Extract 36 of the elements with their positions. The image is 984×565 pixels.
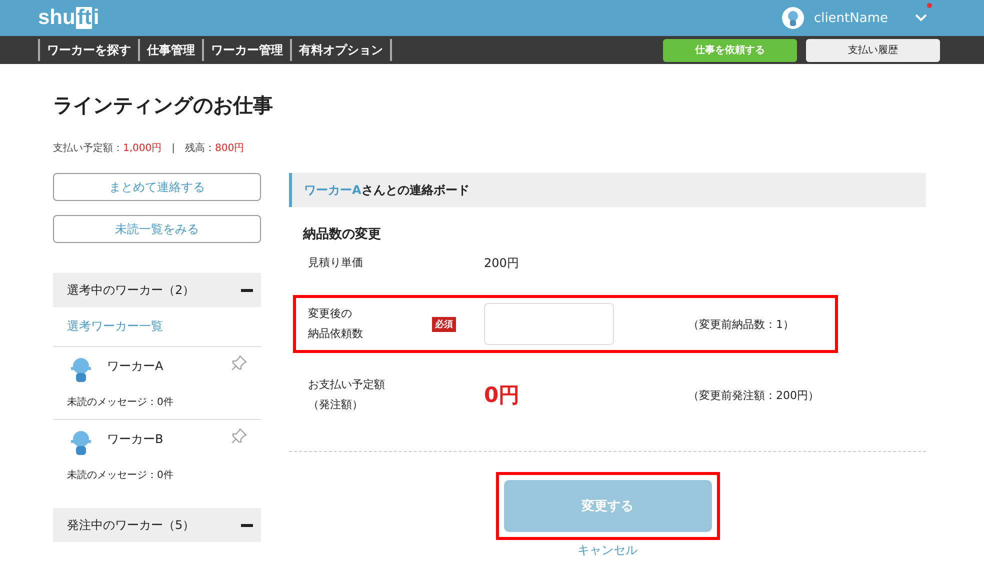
form-section-title: 納品数の変更 [303,226,382,243]
unread-count: 未読のメッセージ：0件 [67,468,174,482]
remaining-value: 800円 [215,143,244,154]
field-label: 納品依頼数 [308,326,363,342]
page-title: ラインティングのお仕事 [53,92,274,118]
previous-value-note: （変更前納品数：1） [688,316,794,332]
chevron-down-icon[interactable] [914,13,928,23]
required-badge: 必須 [432,316,456,332]
nav-item[interactable]: ワーカー管理 [204,39,292,61]
worker-name[interactable]: ワーカーB [107,431,221,448]
worker-name[interactable]: ワーカーA [107,358,221,375]
section-header[interactable]: 発注中のワーカー（5） [53,508,261,542]
field-label: お支払い予定額 [308,377,385,393]
field-label: 見積り単価 [308,255,363,271]
field-label: （発注額） [308,397,363,413]
nav-item[interactable]: 仕事管理 [140,39,204,61]
field-label: 変更後の [308,306,352,322]
section-header[interactable]: 選考中のワーカー（2） [53,273,261,307]
section-title: 選考中のワーカー（2） [67,282,195,298]
planned-label: 支払い予定額： [53,143,123,154]
payment-amount: 0円 [484,383,520,407]
planned-value: 1,000円 [123,143,162,154]
nav-button[interactable]: 支払い履歴 [806,38,940,62]
unit-price: 200円 [484,256,519,270]
nav-item[interactable]: ワーカーを探す [40,39,140,61]
previous-value-note: （変更前発注額：200円） [688,388,819,402]
nav-item[interactable]: 有料オプション [292,39,392,61]
pin-icon[interactable] [231,428,247,444]
separator: | [172,143,176,154]
avatar-icon [782,7,804,29]
section-title: 発注中のワーカー（5） [67,516,195,534]
remaining-label: 残高： [185,143,216,154]
pin-icon[interactable] [231,355,247,371]
board-title: ワーカーAさんとの連絡ボード [304,182,470,198]
quantity-input[interactable] [484,303,614,345]
unread-count: 未読のメッセージ：0件 [67,396,174,409]
